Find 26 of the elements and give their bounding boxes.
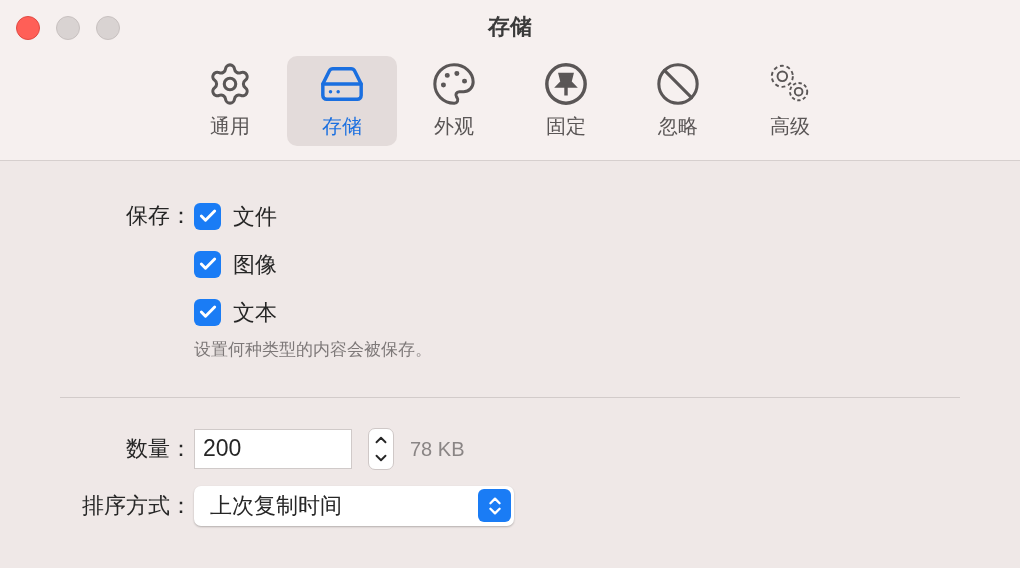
checkbox-label: 文件 bbox=[233, 202, 277, 231]
window-title: 存储 bbox=[488, 12, 532, 41]
sort-dropdown[interactable]: 上次复制时间 bbox=[194, 485, 514, 526]
checkbox-label: 文本 bbox=[233, 298, 277, 327]
count-label: 数量： bbox=[125, 435, 192, 463]
toolbar-tab[interactable]: 高级 bbox=[735, 56, 845, 146]
dropdown-arrows-icon bbox=[478, 489, 511, 522]
toolbar-tab[interactable]: 固定 bbox=[511, 56, 621, 146]
checkbox[interactable] bbox=[194, 202, 221, 230]
count-field[interactable]: 200 bbox=[194, 428, 352, 469]
checkbox[interactable] bbox=[194, 298, 221, 326]
sort-label: 排序方式： bbox=[81, 492, 192, 520]
checkbox-label: 图像 bbox=[233, 250, 277, 279]
ban-icon bbox=[655, 61, 701, 107]
toolbar-tab[interactable]: 通用 bbox=[175, 56, 285, 146]
toolbar-tab[interactable]: 存储 bbox=[287, 56, 397, 146]
checkbox[interactable] bbox=[194, 250, 221, 278]
toolbar-tab[interactable]: 外观 bbox=[399, 56, 509, 146]
toolbar-tab[interactable]: 忽略 bbox=[623, 56, 733, 146]
pin-icon bbox=[543, 61, 589, 107]
size-text: 78 KB bbox=[410, 436, 465, 462]
stepper[interactable] bbox=[368, 427, 394, 470]
save-label: 保存： bbox=[125, 202, 192, 230]
close-button[interactable] bbox=[16, 16, 40, 40]
hint-text: 设置何种类型的内容会被保存。 bbox=[194, 339, 433, 361]
palette-icon bbox=[431, 61, 477, 107]
